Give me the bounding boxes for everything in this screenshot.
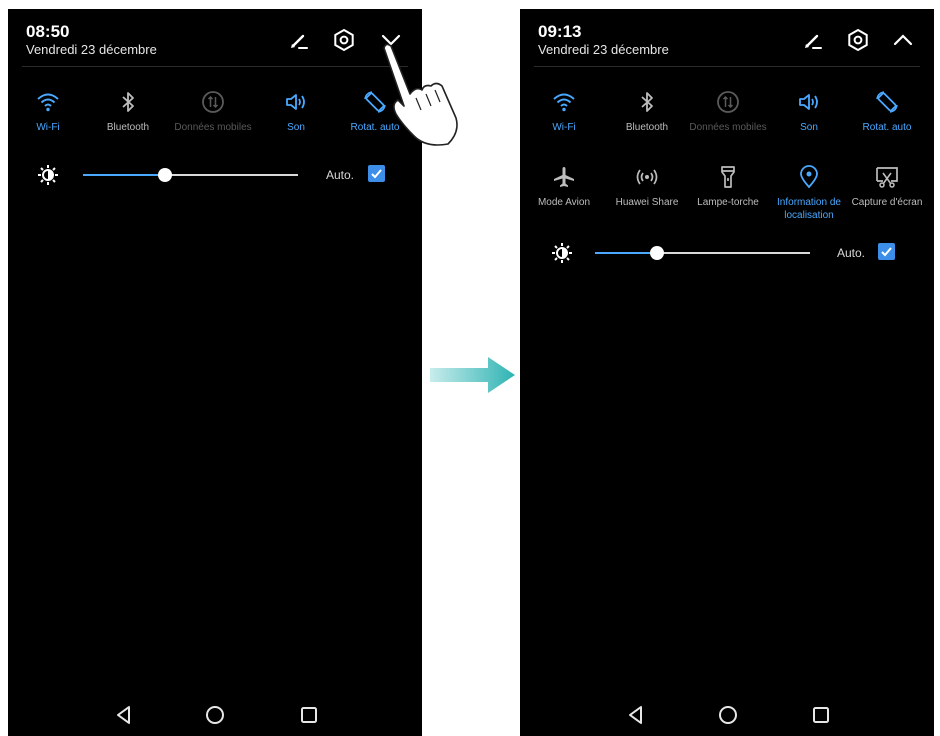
settings-icon[interactable] — [331, 27, 357, 53]
brightness-slider[interactable] — [83, 168, 298, 182]
screenshot-icon — [876, 167, 898, 188]
tile-wifi[interactable]: Wi-Fi — [8, 89, 88, 134]
phone-screen-left: 08:50 Vendredi 23 décembre Wi-Fi Bluetoo… — [8, 9, 422, 736]
tile-sound[interactable]: Son — [256, 89, 336, 134]
brightness-icon — [552, 243, 572, 263]
tile-mobile-data[interactable]: Données mobiles — [173, 89, 253, 134]
brightness-fill — [595, 252, 658, 254]
tile-label: Bluetooth — [625, 122, 669, 133]
edit-icon[interactable] — [286, 27, 312, 53]
tile-label: Données mobiles — [174, 122, 252, 133]
bluetooth-icon — [122, 92, 134, 112]
wifi-icon — [37, 93, 59, 112]
tile-sound[interactable]: Son — [769, 89, 849, 134]
brightness-knob[interactable] — [157, 168, 172, 182]
date: Vendredi 23 décembre — [538, 42, 669, 57]
phone-screen-right: 09:13 Vendredi 23 décembre Wi-Fi Bluetoo… — [520, 9, 934, 736]
transition-arrow — [430, 357, 515, 393]
home-icon[interactable] — [716, 703, 740, 727]
auto-brightness-label: Auto. — [837, 246, 866, 260]
tile-mobile-data[interactable]: Données mobiles — [688, 89, 768, 134]
location-icon — [800, 165, 818, 189]
collapse-chevron-icon[interactable] — [890, 27, 916, 53]
tile-auto-rotate[interactable]: Rotat. auto — [847, 89, 927, 134]
auto-brightness-checkbox[interactable] — [368, 165, 385, 182]
tile-label: Données mobiles — [689, 122, 767, 133]
tile-label: Wi-Fi — [36, 122, 60, 133]
tile-flashlight[interactable]: Lampe-torche — [688, 164, 768, 209]
brightness-fill — [83, 174, 165, 176]
tile-label: Huawei Share — [615, 197, 679, 208]
tile-label: Rotat. auto — [862, 122, 912, 133]
sound-icon — [286, 94, 305, 110]
clock: 09:13 — [538, 22, 582, 41]
mobile-data-icon — [717, 91, 739, 113]
tile-label: Wi-Fi — [552, 122, 576, 133]
auto-brightness-label: Auto. — [326, 168, 355, 182]
airplane-icon — [554, 167, 574, 187]
tile-screenshot[interactable]: Capture d'écran — [847, 164, 927, 209]
edit-icon[interactable] — [800, 27, 826, 53]
huawei-share-icon — [636, 169, 658, 185]
header-divider — [22, 66, 408, 67]
brightness-knob[interactable] — [650, 246, 665, 260]
sound-icon — [799, 94, 818, 110]
bluetooth-icon — [641, 92, 653, 112]
tile-huawei-share[interactable]: Huawei Share — [607, 164, 687, 209]
recents-icon[interactable] — [297, 703, 321, 727]
auto-rotate-icon — [876, 91, 898, 113]
pointing-hand-illustration — [383, 43, 458, 146]
tile-airplane-mode[interactable]: Mode Avion — [524, 164, 604, 209]
brightness-icon — [38, 165, 58, 185]
tile-label: Capture d'écran — [851, 197, 923, 208]
tile-label: Son — [287, 122, 305, 133]
settings-icon[interactable] — [845, 27, 871, 53]
brightness-row: Auto. — [8, 162, 422, 188]
home-icon[interactable] — [203, 703, 227, 727]
auto-brightness-checkbox[interactable] — [878, 243, 895, 260]
tile-bluetooth[interactable]: Bluetooth — [607, 89, 687, 134]
mobile-data-icon — [202, 91, 224, 113]
wifi-icon — [553, 93, 575, 112]
tile-label: Information de localisation — [777, 197, 841, 221]
brightness-slider[interactable] — [595, 246, 810, 260]
tile-label: Lampe-torche — [697, 197, 759, 208]
brightness-row: Auto. — [520, 240, 934, 266]
back-icon[interactable] — [112, 703, 136, 727]
tile-bluetooth[interactable]: Bluetooth — [88, 89, 168, 134]
recents-icon[interactable] — [809, 703, 833, 727]
clock: 08:50 — [26, 22, 70, 41]
date: Vendredi 23 décembre — [26, 42, 157, 57]
header-divider — [534, 66, 920, 67]
flashlight-icon — [721, 166, 735, 188]
tile-label: Son — [800, 122, 818, 133]
tile-location[interactable]: Information de localisation — [769, 164, 849, 222]
tile-wifi[interactable]: Wi-Fi — [524, 89, 604, 134]
back-icon[interactable] — [624, 703, 648, 727]
tile-label: Bluetooth — [106, 122, 150, 133]
tile-label: Mode Avion — [537, 197, 591, 208]
